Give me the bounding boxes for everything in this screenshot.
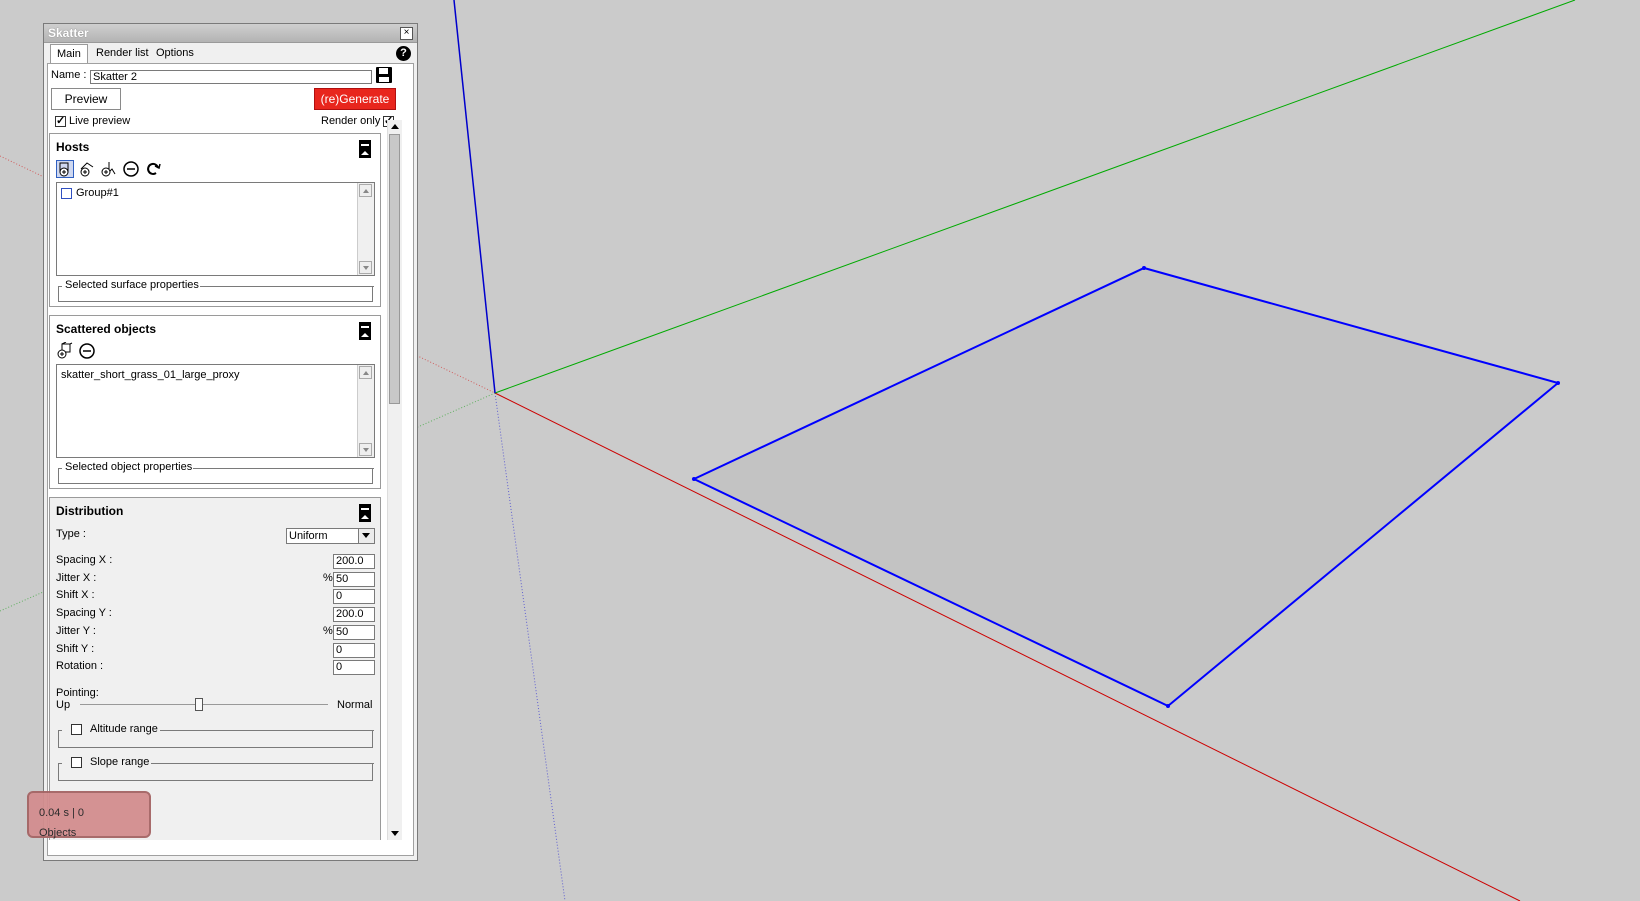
jitter-x-label: Jitter X : <box>56 572 97 584</box>
add-host-component-icon[interactable] <box>78 160 96 178</box>
shift-x-label: Shift X : <box>56 589 95 601</box>
vertex-marker <box>1142 266 1146 270</box>
jitter-y-unit: % <box>323 625 333 637</box>
hosts-list[interactable]: Group#1 <box>56 182 375 276</box>
type-select-value: Uniform <box>289 530 328 542</box>
vertex-marker <box>692 477 696 481</box>
rotation-label: Rotation : <box>56 660 104 672</box>
add-host-icon[interactable] <box>56 160 74 178</box>
name-label: Name : <box>51 69 87 81</box>
settings-scroll-area: Hosts Group#1 Selected surface propertie… <box>48 120 383 840</box>
pointing-slider-track[interactable] <box>80 704 328 705</box>
spacing-y-input[interactable]: 200.0 <box>333 607 375 622</box>
panel-title: Skatter <box>48 26 89 40</box>
jitter-x-unit: % <box>323 572 333 584</box>
shift-y-label: Shift Y : <box>56 643 95 655</box>
slope-range-checkbox[interactable] <box>71 757 82 768</box>
pointing-label: Pointing: <box>56 687 99 699</box>
distribution-section: Distribution Type : Uniform Spacing X : … <box>49 497 381 840</box>
jitter-x-input[interactable]: 50 <box>333 572 375 587</box>
altitude-range-checkbox[interactable] <box>71 724 82 735</box>
name-input[interactable]: Skatter 2 <box>90 70 372 84</box>
remove-host-icon[interactable] <box>122 160 140 178</box>
fieldset-border <box>147 763 374 764</box>
scrollbar-thumb[interactable] <box>389 134 400 404</box>
spacing-x-label: Spacing X : <box>56 554 113 566</box>
status-text: 0.04 s | 0 Objects <box>39 807 85 839</box>
selected-surface-properties: Selected surface properties <box>58 279 374 302</box>
distribution-title: Distribution <box>56 504 124 518</box>
collapse-hosts-icon[interactable] <box>359 140 371 158</box>
hosts-title: Hosts <box>56 140 90 154</box>
main-tab-content: Name : Skatter 2 Preview (re)Generate ✓ … <box>47 63 414 856</box>
scattered-objects-title: Scattered objects <box>56 322 157 336</box>
status-badge: 0.04 s | 0 Objects <box>27 791 151 839</box>
pick-host-icon[interactable] <box>100 160 118 178</box>
objects-list-scrollbar[interactable] <box>357 365 374 457</box>
type-select[interactable]: Uniform <box>286 528 375 544</box>
altitude-range-label: Altitude range <box>88 723 160 735</box>
host-item-checkbox[interactable] <box>61 188 72 199</box>
selected-surface-properties-label: Selected surface properties <box>64 279 200 291</box>
jitter-y-label: Jitter Y : <box>56 625 96 637</box>
hosts-section: Hosts Group#1 Selected surface propertie… <box>49 133 381 307</box>
selected-object-properties: Selected object properties <box>58 461 374 484</box>
close-button[interactable]: × <box>400 27 413 40</box>
type-label: Type : <box>56 528 86 540</box>
tab-bar: Main Render list Options <box>48 44 414 63</box>
scroll-up-icon[interactable] <box>359 184 372 197</box>
slope-range-group: Slope range <box>58 756 374 781</box>
pointing-normal-label: Normal <box>337 699 373 711</box>
vertex-marker <box>1166 704 1170 708</box>
add-object-icon[interactable] <box>56 342 74 360</box>
pointing-up-label: Up <box>56 699 71 711</box>
selected-object-properties-label: Selected object properties <box>64 461 194 473</box>
fieldset-border <box>58 763 62 764</box>
preview-button[interactable]: Preview <box>51 88 121 110</box>
skatter-panel: Skatter × Main Render list Options ? Nam… <box>43 23 418 861</box>
blue-axis <box>453 0 496 394</box>
collapse-scattered-icon[interactable] <box>359 322 371 340</box>
selected-group-face[interactable] <box>691 266 1561 708</box>
object-item-label[interactable]: skatter_short_grass_01_large_proxy <box>61 369 240 381</box>
scroll-down-icon[interactable] <box>359 443 372 456</box>
shift-x-input[interactable]: 0 <box>333 589 375 604</box>
spacing-x-input[interactable]: 200.0 <box>333 554 375 569</box>
chevron-down-icon[interactable] <box>358 529 374 543</box>
scroll-up-icon[interactable] <box>359 366 372 379</box>
slope-range-label: Slope range <box>88 756 152 768</box>
collapse-distribution-icon[interactable] <box>359 504 371 522</box>
tab-render-list[interactable]: Render list <box>90 44 155 62</box>
scattered-objects-list[interactable]: skatter_short_grass_01_large_proxy <box>56 364 375 458</box>
regenerate-button[interactable]: (re)Generate <box>314 88 396 110</box>
fieldset-border <box>156 730 374 731</box>
host-item-label[interactable]: Group#1 <box>76 187 119 199</box>
scroll-down-icon[interactable] <box>359 261 372 274</box>
rotation-input[interactable]: 0 <box>333 660 375 675</box>
shift-y-input[interactable]: 0 <box>333 643 375 658</box>
vertex-marker <box>1556 381 1560 385</box>
scroll-up-icon[interactable] <box>388 120 402 132</box>
fieldset-border <box>58 468 62 469</box>
tab-options[interactable]: Options <box>150 44 200 62</box>
scattered-objects-section: Scattered objects skatter_short_grass_01… <box>49 315 381 489</box>
altitude-range-group: Altitude range <box>58 723 374 748</box>
fieldset-border <box>58 730 62 731</box>
jitter-y-input[interactable]: 50 <box>333 625 375 640</box>
tab-main[interactable]: Main <box>50 44 88 63</box>
hosts-list-scrollbar[interactable] <box>357 183 374 275</box>
remove-object-icon[interactable] <box>78 342 96 360</box>
blue-axis-negative <box>494 392 566 901</box>
fieldset-border <box>189 468 374 469</box>
fieldset-border <box>58 286 62 287</box>
help-icon[interactable]: ? <box>396 46 411 61</box>
pointing-slider-thumb[interactable] <box>195 698 204 711</box>
save-icon[interactable] <box>375 66 393 84</box>
scroll-down-icon[interactable] <box>388 828 402 840</box>
refresh-icon[interactable] <box>144 160 162 178</box>
settings-scrollbar[interactable] <box>387 120 402 840</box>
spacing-y-label: Spacing Y : <box>56 607 112 619</box>
fieldset-border <box>193 286 374 287</box>
panel-titlebar[interactable]: Skatter × <box>44 24 417 43</box>
